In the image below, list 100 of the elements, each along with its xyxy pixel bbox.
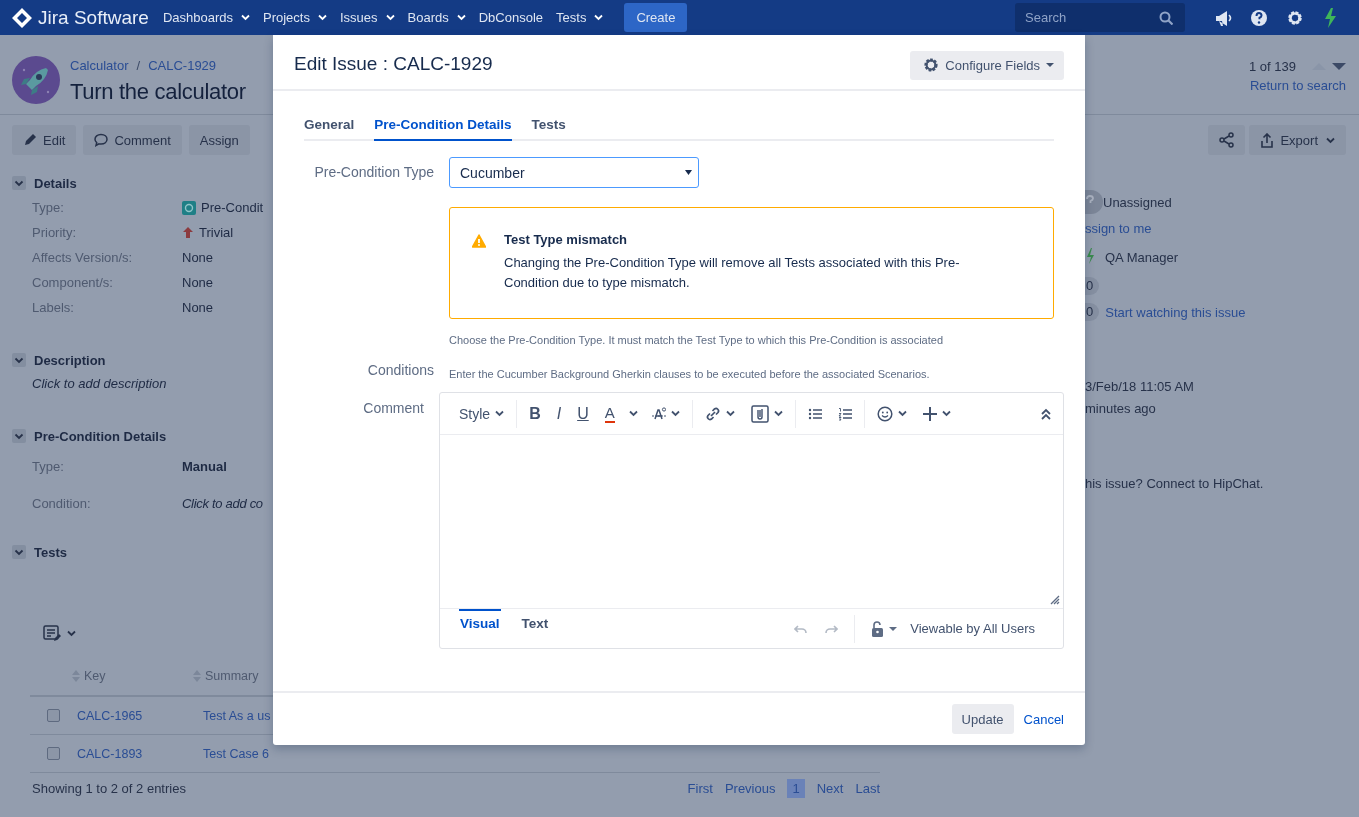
chevron-down-icon [495, 410, 505, 417]
field-label: Affects Version/s: [32, 250, 134, 265]
field-label: Type: [32, 459, 65, 474]
field-hint: Choose the Pre-Condition Type. It must match the Test Type to which this Pre-Condition is associated [449, 334, 945, 346]
logo-icon[interactable] [12, 7, 32, 28]
type-dropdown[interactable]: Cucumber [449, 157, 699, 188]
product-name[interactable]: Jira Software [38, 6, 149, 29]
field-value[interactable]: Click to add co [182, 496, 263, 511]
dialog-tab[interactable]: General [304, 113, 355, 141]
resize-handle-icon[interactable] [1050, 595, 1060, 605]
field-value: None [182, 300, 214, 315]
avatar-icon [1085, 190, 1103, 214]
count-badge: 0 [1085, 303, 1100, 321]
collapse-toggle-icon[interactable] [12, 353, 26, 367]
field-hint: Enter the Cucumber Background Gherkin clauses to be executed before the associated Scenarios. [449, 368, 931, 380]
editor-mode-tab[interactable]: Visual [459, 609, 501, 648]
field-value: None [182, 250, 214, 265]
field-label: Labels: [32, 300, 75, 315]
style-dropdown[interactable]: Style [451, 398, 513, 429]
help-icon[interactable] [1250, 8, 1268, 27]
create-button[interactable]: Create [624, 3, 688, 32]
field-value: Pre-Condit [201, 200, 264, 215]
field-label: Comment [362, 400, 424, 418]
warning-icon [472, 234, 486, 248]
nav-menu-item[interactable]: DbConsole [478, 10, 544, 25]
underline-button[interactable]: U [569, 398, 597, 429]
configure-fields-button[interactable]: Configure Fields [910, 50, 1064, 80]
editor-mode-tab[interactable]: Text [520, 609, 550, 648]
table-options-icon[interactable] [43, 625, 61, 642]
row-checkbox[interactable] [47, 709, 60, 722]
section-heading: Tests [34, 544, 67, 560]
megaphone-icon[interactable] [1214, 8, 1232, 27]
export-button[interactable]: Export [1249, 125, 1346, 155]
caret-icon [1046, 63, 1054, 67]
chevron-down-icon [725, 410, 735, 417]
field-label: Pre-Condition Type [313, 163, 434, 182]
dialog-title: Edit Issue : CALC-1929 [294, 53, 493, 75]
upload-icon [1260, 132, 1275, 148]
section-heading: Pre-Condition Details [34, 428, 167, 444]
section-heading: Description [34, 352, 106, 368]
edit-button[interactable]: Edit [12, 125, 77, 155]
person-name: QA Manager [1105, 249, 1178, 265]
date-text: minutes ago [1085, 401, 1157, 416]
paperclip-icon [750, 404, 769, 423]
chevron-down-icon [773, 410, 783, 417]
caret-icon [889, 626, 898, 631]
dialog-tab[interactable]: Tests [531, 113, 566, 141]
chevron-down-icon [670, 410, 680, 417]
pencil-icon [23, 133, 37, 147]
collapse-toolbar-icon[interactable] [1041, 407, 1051, 420]
cancel-link[interactable]: Cancel [1023, 711, 1064, 727]
collapse-toggle-icon[interactable] [12, 176, 26, 190]
count-badge: 0 [1085, 277, 1100, 295]
search-field[interactable]: Search [1015, 3, 1185, 32]
nav-menu-item[interactable]: Tests [556, 10, 604, 25]
search-icon[interactable] [1159, 11, 1173, 25]
collapse-toggle-icon[interactable] [12, 545, 26, 559]
person-name: Unassigned [1103, 194, 1172, 210]
visibility-button[interactable]: Viewable by All Users [865, 619, 1041, 638]
comment-button[interactable]: Comment [83, 125, 182, 155]
settings-icon[interactable] [1286, 8, 1304, 27]
warning-title: Test Type mismatch [504, 232, 629, 247]
padlock-icon [871, 620, 885, 637]
entries-count: Showing 1 to 2 of 2 entries [32, 781, 186, 796]
bold-button[interactable]: B [521, 398, 549, 429]
assign-button[interactable]: Assign [188, 125, 250, 155]
section-heading: Details [34, 175, 77, 191]
nav-menu-item[interactable]: Dashboards [162, 10, 250, 25]
next-issue-icon[interactable] [1332, 63, 1346, 70]
field-label: Component/s: [32, 275, 114, 290]
nav-menu-item[interactable]: Boards [407, 10, 466, 25]
share-button[interactable] [1208, 125, 1246, 155]
collapse-toggle-icon[interactable] [12, 429, 26, 443]
nav-menu-item[interactable]: Projects [263, 10, 327, 25]
description-placeholder[interactable]: Click to add description [0, 372, 273, 396]
row-checkbox[interactable] [47, 747, 60, 760]
gear-icon [923, 57, 940, 73]
field-label: Condition: [32, 496, 92, 511]
update-button[interactable]: Update [951, 704, 1014, 734]
share-icon [1219, 132, 1235, 148]
smiley-icon [876, 405, 893, 422]
speech-bubble-icon [94, 133, 109, 147]
lightning-icon[interactable] [1322, 7, 1338, 28]
chevron-down-icon[interactable] [628, 410, 638, 417]
field-value: Trivial [199, 225, 234, 240]
plus-icon [922, 406, 937, 421]
chevron-down-icon [1326, 136, 1335, 144]
chevron-down-icon [897, 410, 907, 417]
dialog-tab[interactable]: Pre-Condition Details [374, 113, 512, 141]
arrow-up-icon [182, 226, 194, 239]
italic-button[interactable]: I [548, 398, 570, 429]
lightning-icon [1086, 248, 1094, 266]
text-color-button[interactable]: A [604, 404, 615, 423]
hipchat-text: his issue? Connect to HipChat. [1085, 476, 1265, 491]
field-label: Type: [32, 200, 65, 215]
nav-menu-item[interactable]: Issues [339, 10, 395, 25]
chevron-down-icon [67, 630, 76, 637]
comment-editor[interactable]: Style B I U A Visual Text Viewable by All Users [439, 392, 1064, 649]
issue-title: Turn the calculator [70, 79, 246, 105]
bullet-list-icon [807, 406, 822, 421]
